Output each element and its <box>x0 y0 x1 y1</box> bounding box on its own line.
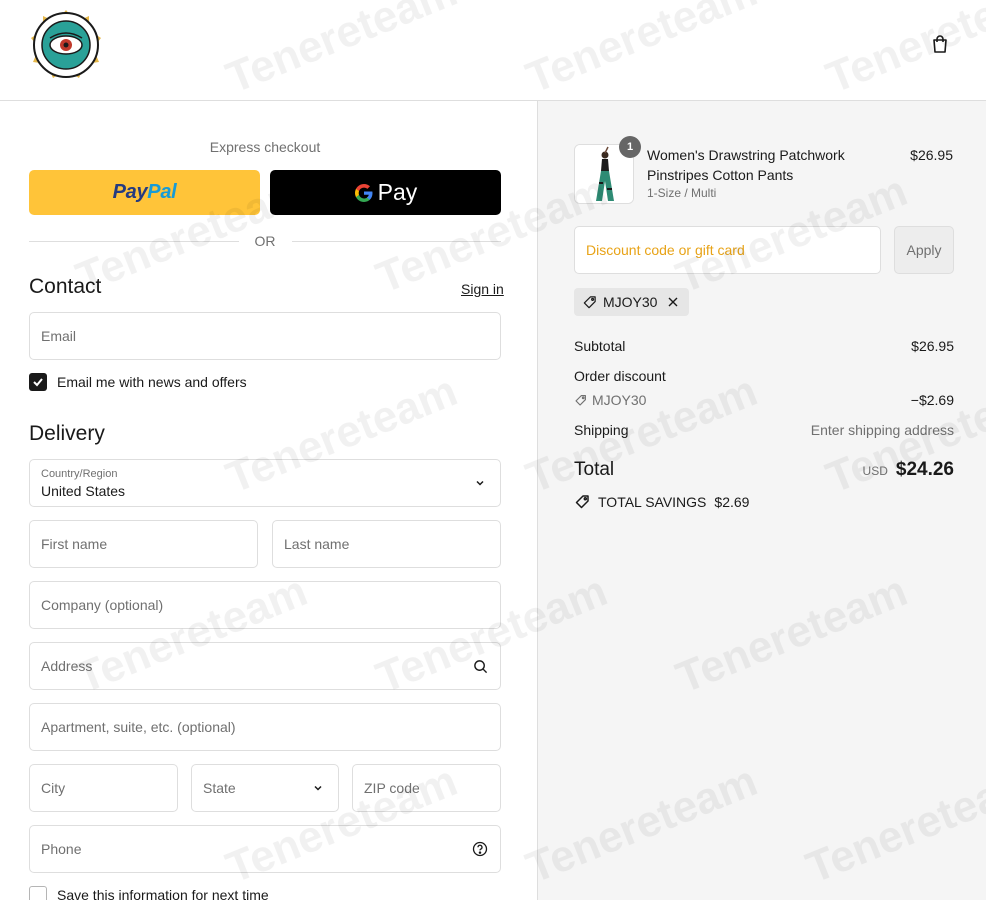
zip-input[interactable]: ZIP code <box>352 764 501 812</box>
email-placeholder: Email <box>41 328 77 344</box>
product-name: Women's Drawstring Patchwork Pinstripes … <box>647 147 845 183</box>
discount-code-row: MJOY30 −$2.69 <box>574 392 954 408</box>
country-value: United States <box>41 483 126 499</box>
bag-icon[interactable] <box>928 32 952 56</box>
paypal-button[interactable]: PayPal <box>29 170 260 215</box>
close-icon[interactable] <box>667 296 679 308</box>
currency-code: USD <box>862 464 888 478</box>
google-pay-button[interactable]: Pay <box>270 170 501 215</box>
store-logo[interactable] <box>29 8 103 82</box>
paypal-logo-pay: Pay <box>112 181 148 203</box>
apartment-placeholder: Apartment, suite, etc. (optional) <box>41 719 236 735</box>
address-placeholder: Address <box>41 658 93 674</box>
quantity-badge: 1 <box>619 136 641 158</box>
tag-icon <box>575 394 586 406</box>
country-select[interactable]: Country/Region United States <box>29 459 501 507</box>
shipping-value: Enter shipping address <box>810 422 954 438</box>
state-placeholder: State <box>203 780 236 796</box>
total-savings: TOTAL SAVINGS $2.69 <box>574 494 749 510</box>
company-placeholder: Company (optional) <box>41 597 164 613</box>
header <box>0 0 986 101</box>
phone-placeholder: Phone <box>41 841 82 857</box>
total-label: Total <box>574 459 615 480</box>
discount-input[interactable]: Discount code or gift card <box>574 226 881 274</box>
save-info-label: Save this information for next time <box>57 887 269 900</box>
apply-button[interactable]: Apply <box>894 226 954 274</box>
city-input[interactable]: City <box>29 764 178 812</box>
discount-value: −$2.69 <box>910 392 954 408</box>
savings-label: TOTAL SAVINGS <box>598 494 707 510</box>
newsletter-row: Email me with news and offers <box>29 373 247 391</box>
total-amount: $24.26 <box>895 459 954 480</box>
help-icon[interactable] <box>472 841 488 857</box>
or-text: OR <box>254 233 276 249</box>
save-info-row: Save this information for next time <box>29 886 269 900</box>
tag-icon <box>575 495 589 509</box>
contact-title: Contact <box>29 275 102 298</box>
last-name-placeholder: Last name <box>284 536 350 552</box>
product-variant: 1-Size / Multi <box>647 186 717 200</box>
product-price: $26.95 <box>910 147 953 163</box>
tag-icon <box>583 295 596 308</box>
newsletter-checkbox[interactable] <box>29 373 47 391</box>
delivery-title: Delivery <box>29 422 105 445</box>
order-summary: 1 Women's Drawstring Patchwork Pinstripe… <box>537 101 986 900</box>
first-name-placeholder: First name <box>41 536 108 552</box>
email-input[interactable]: Email <box>29 312 501 360</box>
or-divider: OR <box>29 232 501 250</box>
zip-placeholder: ZIP code <box>364 780 420 796</box>
check-icon <box>33 378 43 387</box>
order-discount-row: Order discount <box>574 368 954 384</box>
company-input[interactable]: Company (optional) <box>29 581 501 629</box>
sign-in-link[interactable]: Sign in <box>461 281 504 297</box>
address-input[interactable]: Address <box>29 642 501 690</box>
save-info-checkbox[interactable] <box>29 886 47 900</box>
newsletter-label: Email me with news and offers <box>57 374 247 390</box>
subtotal-label: Subtotal <box>574 338 626 354</box>
order-discount-label: Order discount <box>574 368 666 384</box>
phone-input[interactable]: Phone <box>29 825 501 873</box>
applied-code-chip: MJOY30 <box>574 288 690 316</box>
search-icon <box>472 658 488 674</box>
subtotal-value: $26.95 <box>911 338 954 354</box>
google-pay-label: Pay <box>377 179 418 205</box>
discount-placeholder: Discount code or gift card <box>586 242 745 258</box>
paypal-logo-pal: Pal <box>147 181 177 203</box>
chevron-down-icon <box>472 475 488 491</box>
express-checkout-title: Express checkout <box>209 139 321 155</box>
total-row: Total USD $24.26 <box>574 459 954 481</box>
shipping-row: Shipping Enter shipping address <box>574 422 954 438</box>
chevron-down-icon <box>310 780 326 796</box>
checkout-form: Express checkout PayPal Pay OR Contact S… <box>0 101 537 900</box>
last-name-input[interactable]: Last name <box>272 520 501 568</box>
city-placeholder: City <box>41 780 66 796</box>
discount-code: MJOY30 <box>592 392 647 408</box>
first-name-input[interactable]: First name <box>29 520 258 568</box>
state-select[interactable]: State <box>191 764 339 812</box>
subtotal-row: Subtotal $26.95 <box>574 338 954 354</box>
google-g-icon <box>354 183 373 202</box>
savings-value: $2.69 <box>714 494 750 510</box>
shipping-label: Shipping <box>574 422 629 438</box>
apartment-input[interactable]: Apartment, suite, etc. (optional) <box>29 703 501 751</box>
applied-code: MJOY30 <box>603 294 658 310</box>
country-label: Country/Region <box>41 468 118 480</box>
